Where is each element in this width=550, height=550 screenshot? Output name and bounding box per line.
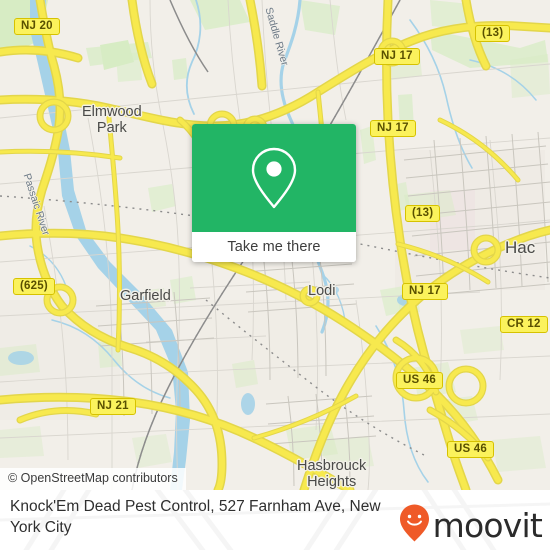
road-shield-us-46: US 46 (396, 372, 443, 389)
map-pin-icon (248, 145, 300, 211)
bottom-info-bar: Knock'Em Dead Pest Control, 527 Farnham … (0, 490, 550, 550)
popup-header (192, 124, 356, 232)
road-shield-cr-12: CR 12 (500, 316, 548, 333)
popup-tail (264, 261, 284, 262)
road-shield-us-46: US 46 (447, 441, 494, 458)
moovit-map-page: .park { fill:#d7ecc4; } .water { fill:#a… (0, 0, 550, 550)
road-shield-nj-17: NJ 17 (402, 283, 448, 300)
moovit-pin-smiley-icon (398, 503, 431, 548)
popup-inner: Take me there (192, 124, 356, 262)
moovit-wordmark: moovit (432, 506, 543, 545)
destination-popup-card[interactable]: Take me there (192, 124, 356, 262)
moovit-brand-logo[interactable]: moovit (398, 503, 543, 548)
road-shield-nj-20: NJ 20 (14, 18, 60, 35)
map-canvas[interactable]: .park { fill:#d7ecc4; } .water { fill:#a… (0, 0, 550, 490)
road-shield-13: (13) (475, 25, 511, 42)
osm-attribution[interactable]: © OpenStreetMap contributors (0, 468, 186, 490)
popup-footer[interactable]: Take me there (192, 232, 356, 262)
take-me-there-label: Take me there (227, 239, 321, 255)
road-shield-nj-17: NJ 17 (374, 48, 420, 65)
road-shield-nj-21: NJ 21 (90, 398, 136, 415)
location-title: Knock'Em Dead Pest Control, 527 Farnham … (10, 498, 381, 536)
road-shield-13: (13) (405, 205, 441, 222)
road-shield-nj-17: NJ 17 (370, 120, 416, 137)
road-shield-625: (625) (13, 278, 55, 295)
